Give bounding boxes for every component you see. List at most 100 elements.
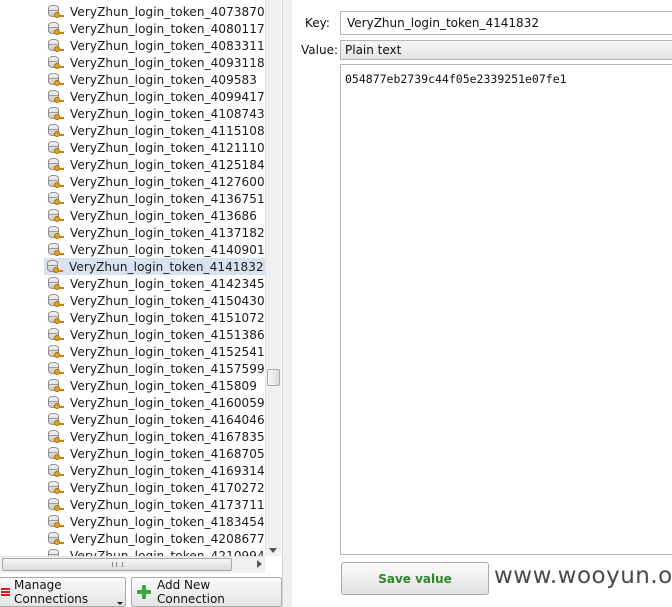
tree-item[interactable]: VeryZhun_login_token_4151386: [45, 326, 265, 343]
tree-item[interactable]: VeryZhun_login_token_4157599: [45, 360, 265, 377]
grip-icon: [111, 562, 123, 567]
manage-connections-button[interactable]: Manage Connections: [0, 577, 126, 607]
add-new-connection-button[interactable]: Add New Connection: [131, 577, 282, 607]
tree-item[interactable]: VeryZhun_login_token_4150430: [45, 292, 265, 309]
tree-item[interactable]: VeryZhun_login_token_4169314: [45, 462, 265, 479]
tree-item[interactable]: VeryZhun_login_token_4093118: [45, 54, 265, 71]
redis-key-icon: [47, 310, 64, 326]
vertical-scroll-thumb[interactable]: [267, 369, 280, 386]
tree-item-label: VeryZhun_login_token_4141832: [69, 259, 264, 274]
tree-item-label: VeryZhun_login_token_4142345: [70, 276, 265, 291]
redis-key-icon: [47, 531, 64, 547]
redis-key-icon: [47, 327, 64, 343]
tree-item[interactable]: VeryZhun_login_token_4136751: [45, 190, 265, 207]
tree-item-label: VeryZhun_login_token_4170272: [70, 480, 265, 495]
tree-item[interactable]: VeryZhun_login_token_4108743: [45, 105, 265, 122]
tree-item-label: VeryZhun_login_token_4073870: [70, 4, 265, 19]
redis-key-icon: [47, 412, 64, 428]
add-new-connection-label: Add New Connection: [157, 578, 225, 606]
tree-item[interactable]: VeryZhun_login_token_4164046: [45, 411, 265, 428]
redis-key-icon: [47, 191, 64, 207]
tree-item-label: VeryZhun_login_token_4150430: [70, 293, 265, 308]
key-tree[interactable]: VeryZhun_login_token_4073870 VeryZhun_log…: [0, 0, 265, 556]
tree-item-label: VeryZhun_login_token_4136751: [70, 191, 265, 206]
tree-item-label: VeryZhun_login_token_4160059: [70, 395, 265, 410]
value-format-select[interactable]: Plain text: [340, 40, 672, 60]
tree-item[interactable]: VeryZhun_login_token_4170272: [45, 479, 265, 496]
redis-key-icon: [47, 21, 64, 37]
redis-key-icon: [47, 429, 64, 445]
tree-item[interactable]: VeryZhun_login_token_4137182: [45, 224, 265, 241]
tree-item[interactable]: VeryZhun_login_token_4141832: [44, 258, 265, 275]
tree-item[interactable]: VeryZhun_login_token_4168705: [45, 445, 265, 462]
panel-splitter[interactable]: [282, 0, 292, 607]
tree-item[interactable]: VeryZhun_login_token_4083311: [45, 37, 265, 54]
tree-item[interactable]: VeryZhun_login_token_4127600: [45, 173, 265, 190]
redis-key-icon: [46, 259, 63, 275]
tree-item-label: VeryZhun_login_token_4115108: [70, 123, 265, 138]
tree-item-label: VeryZhun_login_token_4173711: [70, 497, 265, 512]
redis-key-icon: [47, 38, 64, 54]
redis-key-icon: [47, 463, 64, 479]
horizontal-scroll-thumb[interactable]: [2, 558, 232, 571]
tree-item[interactable]: VeryZhun_login_token_4160059: [45, 394, 265, 411]
tree-item[interactable]: VeryZhun_login_token_4121110: [45, 139, 265, 156]
tree-item-label: VeryZhun_login_token_4127600: [70, 174, 265, 189]
tree-item-label: VeryZhun_login_token_4121110: [70, 140, 265, 155]
tree-vertical-scrollbar[interactable]: [265, 0, 281, 556]
connections-panel: VeryZhun_login_token_4073870 VeryZhun_log…: [0, 0, 282, 607]
tree-item[interactable]: VeryZhun_login_token_4080117: [45, 20, 265, 37]
key-label: Key:: [305, 16, 330, 30]
tree-item-label: VeryZhun_login_token_4125184: [70, 157, 265, 172]
redis-key-icon: [47, 276, 64, 292]
redis-key-icon: [47, 548, 63, 556]
tree-item-label: VeryZhun_login_token_415809: [70, 378, 258, 393]
redis-key-icon: [47, 242, 64, 258]
tree-horizontal-scrollbar[interactable]: [0, 556, 265, 573]
watermark: www.wooyun.org: [494, 563, 672, 589]
tree-item[interactable]: VeryZhun_login_token_4167835: [45, 428, 265, 445]
tree-item[interactable]: VeryZhun_login_token_4140901: [45, 241, 265, 258]
redis-key-icon: [47, 225, 64, 241]
tree-item[interactable]: VeryZhun_login_token_4142345: [45, 275, 265, 292]
tree-item-label: VeryZhun_login_token_413686: [70, 208, 258, 223]
redis-key-icon: [47, 72, 64, 88]
tree-item[interactable]: VeryZhun_login_token_4125184: [45, 156, 265, 173]
tree-item-label: VeryZhun_login_token_4167835: [70, 429, 265, 444]
redis-key-icon: [47, 123, 64, 139]
plus-icon: [137, 585, 151, 599]
tree-item[interactable]: VeryZhun_login_token_4115108: [45, 122, 265, 139]
tree-item[interactable]: VeryZhun_login_token_4099417: [45, 88, 265, 105]
tree-item[interactable]: VeryZhun_login_token_4173711: [45, 496, 265, 513]
tree-item[interactable]: VeryZhun_login_token_4208677: [45, 530, 265, 547]
redis-key-icon: [47, 446, 64, 462]
tree-item-label: VeryZhun_login_token_409583: [70, 72, 258, 87]
tree-item[interactable]: VeryZhun_login_token_4183454: [45, 513, 265, 530]
scroll-down-arrow-icon[interactable]: [269, 548, 277, 553]
tree-item-label: VeryZhun_login_token_4099417: [70, 89, 265, 104]
tree-item[interactable]: VeryZhun_login_token_413686: [45, 207, 265, 224]
value-textarea[interactable]: 054877eb2739c44f05e2339251e07fe1: [340, 64, 672, 555]
tree-item-label: VeryZhun_login_token_4140901: [70, 242, 265, 257]
redis-key-icon: [47, 140, 64, 156]
save-value-button[interactable]: Save value: [341, 562, 489, 595]
key-input[interactable]: [340, 11, 672, 35]
tree-item-label: VeryZhun_login_token_4210994: [70, 548, 265, 557]
redis-key-icon: [47, 4, 64, 20]
list-icon: [1, 587, 10, 597]
redis-key-icon: [47, 344, 64, 360]
redis-key-icon: [47, 89, 64, 105]
tree-item[interactable]: VeryZhun_login_token_409583: [45, 71, 265, 88]
tree-item-label: VeryZhun_login_token_4169314: [70, 463, 265, 478]
value-label: Value:: [301, 43, 338, 57]
redis-key-icon: [47, 174, 64, 190]
tree-item[interactable]: VeryZhun_login_token_4151072: [45, 309, 265, 326]
redis-key-icon: [47, 480, 64, 496]
tree-item[interactable]: VeryZhun_login_token_4210994: [45, 547, 265, 556]
scroll-right-arrow-icon[interactable]: [257, 560, 262, 568]
tree-item[interactable]: VeryZhun_login_token_415809: [45, 377, 265, 394]
tree-item-label: VeryZhun_login_token_4157599: [70, 361, 265, 376]
tree-item[interactable]: VeryZhun_login_token_4152541: [45, 343, 265, 360]
redis-key-icon: [47, 208, 64, 224]
tree-item[interactable]: VeryZhun_login_token_4073870: [45, 3, 265, 20]
